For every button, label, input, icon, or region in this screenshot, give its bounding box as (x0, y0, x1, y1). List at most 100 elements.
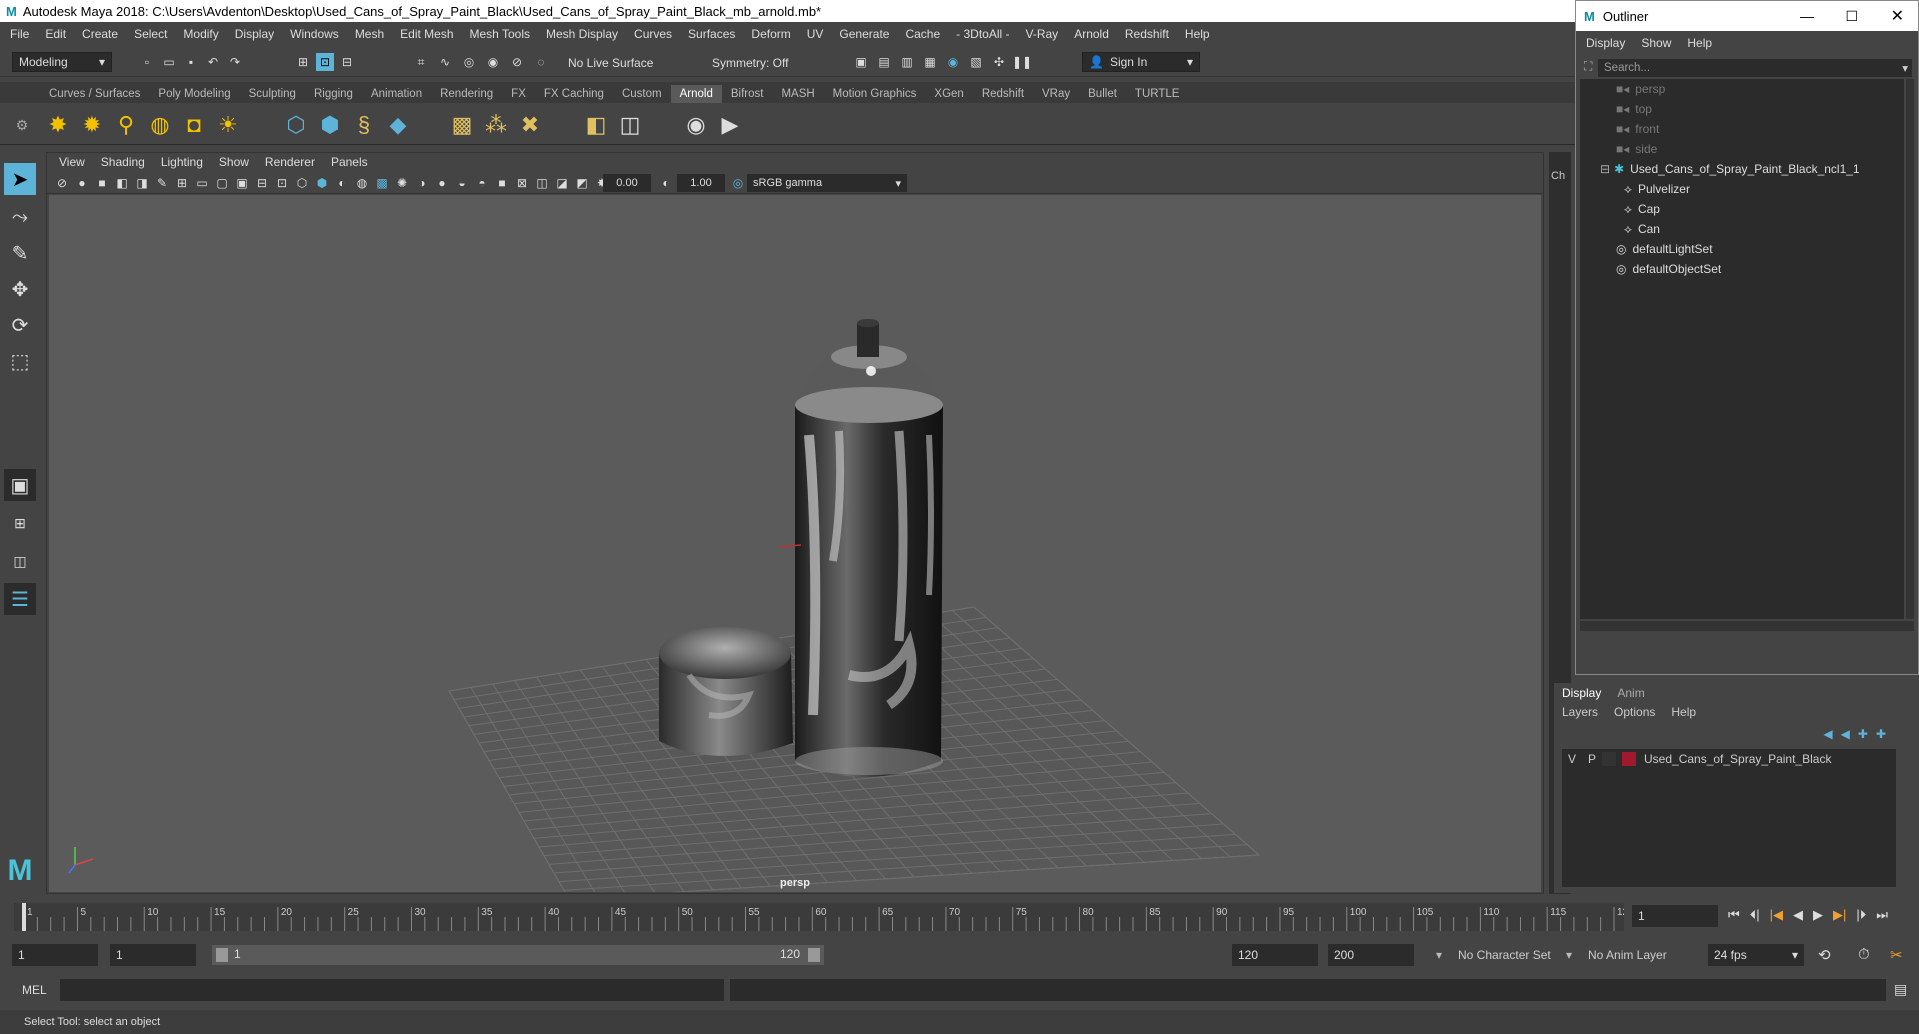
panel-menu-renderer[interactable]: Renderer (265, 155, 315, 169)
menu-mesh-tools[interactable]: Mesh Tools (470, 27, 530, 41)
motion-blur-icon[interactable]: ◒ (453, 174, 471, 192)
curve-collector-icon[interactable]: § (350, 111, 378, 139)
smooth-shade-icon[interactable]: ⬢ (313, 174, 331, 192)
snap-surface-icon[interactable]: ⊘ (508, 53, 526, 71)
xray-components-icon[interactable]: ◩ (573, 174, 591, 192)
panel-menu-view[interactable]: View (59, 155, 85, 169)
menu-create[interactable]: Create (82, 27, 118, 41)
character-set-dropdown[interactable]: No Character Set (1452, 944, 1562, 966)
time-slider[interactable]: 1 5 10 15 20 25 30 35 40 45 50 55 60 65 70 75 80 85 90 95 10… (0, 897, 1919, 935)
hypershade-icon[interactable]: ◉ (944, 53, 962, 71)
preferences-icon[interactable]: ✂ (1890, 946, 1903, 964)
light-portal-icon[interactable]: ◘ (180, 111, 208, 139)
loop-icon[interactable]: ⟲ (1818, 946, 1831, 964)
mesh-light-icon[interactable]: ✹ (78, 111, 106, 139)
menu-redshift[interactable]: Redshift (1125, 27, 1169, 41)
layer-visibility-toggle[interactable]: V (1562, 752, 1582, 766)
step-forward-key-icon[interactable]: |⏵ (1856, 907, 1866, 923)
select-component-icon[interactable]: ⊟ (338, 53, 356, 71)
gate-mask-icon[interactable]: ▣ (233, 174, 251, 192)
layer-tab-anim[interactable]: Anim (1617, 686, 1644, 700)
move-layer-down-icon[interactable]: ◀ (1841, 727, 1850, 741)
play-forward-icon[interactable]: ▶ (1813, 907, 1823, 923)
layer-menu-help[interactable]: Help (1671, 705, 1696, 719)
grease-pencil-icon[interactable]: ✎ (153, 174, 171, 192)
texture-manager-icon[interactable]: ▩ (448, 111, 476, 139)
menu-mesh-display[interactable]: Mesh Display (546, 27, 618, 41)
layer-color-swatch[interactable] (1622, 752, 1636, 766)
menu-help[interactable]: Help (1185, 27, 1210, 41)
scale-tool-icon[interactable]: ⬚ (4, 345, 36, 377)
two-view-icon[interactable]: ◫ (4, 545, 36, 577)
new-layer-icon[interactable]: ✚ (1858, 727, 1868, 741)
anim-end-field[interactable]: 200 (1328, 944, 1414, 966)
script-editor-icon[interactable]: ▤ (1894, 981, 1907, 998)
render-settings-icon[interactable]: ▦ (921, 53, 939, 71)
select-object-icon[interactable]: ⊡ (316, 53, 334, 71)
two-d-pan-icon[interactable]: ◨ (133, 174, 151, 192)
shadows-icon[interactable]: ◑ (413, 174, 431, 192)
redo-icon[interactable]: ↷ (226, 53, 244, 71)
layer-playback-toggle[interactable]: P (1582, 752, 1602, 766)
menu-display[interactable]: Display (235, 27, 274, 41)
workspace-dropdown[interactable]: Modeling ▾ (12, 52, 112, 72)
render-sequence-icon[interactable]: ▧ (967, 53, 985, 71)
timeline-track[interactable]: 1 5 10 15 20 25 30 35 40 45 50 55 60 65 70 75 80 85 90 95 10… (14, 903, 1634, 931)
outliner-menu-display[interactable]: Display (1586, 36, 1625, 50)
outliner-item-front[interactable]: ■◂ front (1616, 119, 1659, 139)
rotate-tool-icon[interactable]: ⟳ (4, 309, 36, 341)
shader-assign-icon[interactable]: ◧ (582, 111, 610, 139)
menu-arnold[interactable]: Arnold (1074, 27, 1109, 41)
symmetry-dropdown[interactable]: Symmetry: Off (706, 53, 802, 73)
field-chart-icon[interactable]: ⊟ (253, 174, 271, 192)
screen-space-ao-icon[interactable]: ● (433, 174, 451, 192)
open-scene-icon[interactable]: ▭ (160, 53, 178, 71)
image-plane-icon[interactable]: ◧ (113, 174, 131, 192)
menu-uv[interactable]: UV (807, 27, 824, 41)
tx-manager-icon[interactable]: ⁂ (482, 111, 510, 139)
snap-live-icon[interactable]: ◌ (532, 53, 550, 71)
fps-dropdown[interactable]: 24 fps ▾ (1708, 944, 1804, 966)
maximize-icon[interactable]: ☐ (1845, 8, 1858, 25)
outliner-item-group[interactable]: ⊟ ✱ Used_Cans_of_Spray_Paint_Black_ncl1_1 (1600, 159, 1860, 179)
close-icon[interactable]: ✕ (1891, 6, 1904, 26)
move-layer-up-icon[interactable]: ◀ (1823, 727, 1832, 741)
photometric-light-icon[interactable]: ⚲ (112, 111, 140, 139)
grid-icon[interactable]: ⊞ (173, 174, 191, 192)
range-start-handle[interactable] (216, 948, 228, 962)
undo-icon[interactable]: ↶ (204, 53, 222, 71)
sign-in-dropdown[interactable]: 👤 Sign In ▾ (1082, 52, 1200, 72)
shelf-tab-curves-surfaces[interactable]: Curves / Surfaces (40, 85, 149, 103)
outliner-item-side[interactable]: ■◂ side (1616, 139, 1657, 159)
outliner-item-pulvelizer[interactable]: ⟡ Pulvelizer (1624, 179, 1690, 199)
resolution-gate-icon[interactable]: ▢ (213, 174, 231, 192)
anim-layer-dropdown[interactable]: No Anim Layer (1582, 944, 1688, 966)
render-frame-icon[interactable]: ▤ (875, 53, 893, 71)
shelf-tab-xgen[interactable]: XGen (925, 85, 972, 103)
end-time-field[interactable]: 120 (1232, 944, 1318, 966)
save-scene-icon[interactable]: ▪ (182, 53, 200, 71)
gamma-field[interactable]: 1.00 (677, 174, 725, 192)
anti-aliasing-icon[interactable]: ◓ (473, 174, 491, 192)
panel-menu-show[interactable]: Show (219, 155, 249, 169)
collapse-icon[interactable]: ⊟ (1600, 162, 1610, 176)
shelf-tab-motion-graphics[interactable]: Motion Graphics (824, 85, 926, 103)
pause-icon[interactable]: ❚❚ (1012, 53, 1032, 71)
menu-edit[interactable]: Edit (45, 27, 66, 41)
go-to-start-icon[interactable]: ⏮ (1728, 907, 1740, 923)
menu-surfaces[interactable]: Surfaces (688, 27, 735, 41)
chevron-down-icon[interactable]: ▾ (1566, 948, 1572, 962)
outliner-vertical-scrollbar[interactable] (1906, 79, 1914, 619)
area-light-icon[interactable]: ✸ (44, 111, 72, 139)
volume-icon[interactable]: ◆ (384, 111, 412, 139)
menu-mesh[interactable]: Mesh (355, 27, 384, 41)
render-region-icon[interactable]: ✣ (990, 53, 1008, 71)
camera-select-icon[interactable]: ⊘ (53, 174, 71, 192)
menu-select[interactable]: Select (134, 27, 167, 41)
xray-icon[interactable]: ◫ (533, 174, 551, 192)
chevron-down-icon[interactable]: ▾ (1436, 948, 1442, 962)
physical-sky-icon[interactable]: ☀ (214, 111, 242, 139)
camera-attr-icon[interactable]: ● (73, 174, 91, 192)
shelf-tab-arnold[interactable]: Arnold (670, 85, 722, 103)
gamma-icon[interactable]: ◐ (657, 174, 675, 192)
